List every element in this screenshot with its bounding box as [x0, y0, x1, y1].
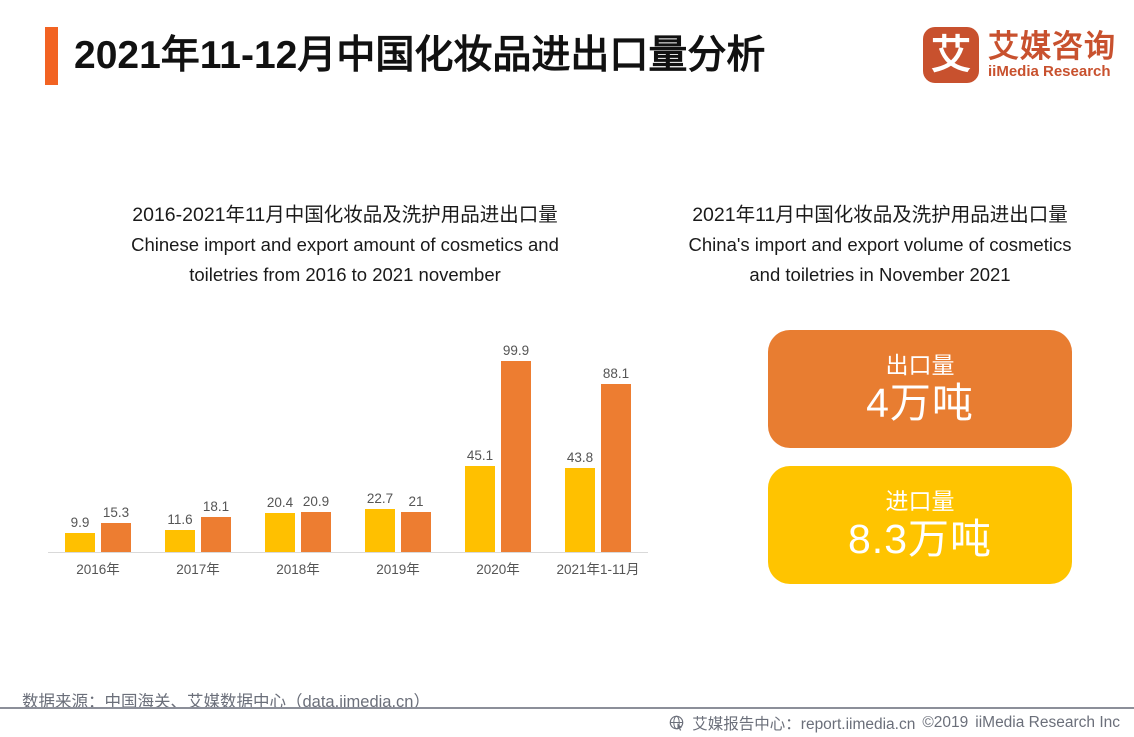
export-bar-wrap: 9.9	[65, 320, 95, 552]
export-bar-wrap: 45.1	[465, 320, 495, 552]
chart-group: 45.1 99.9	[448, 320, 548, 552]
export-card-value: 4万吨	[866, 380, 974, 426]
export-bar-wrap: 43.8	[565, 320, 595, 552]
import-bar	[101, 523, 131, 552]
export-card-label: 出口量	[885, 352, 955, 378]
right-panel-title-en-line1: China's import and export volume of cosm…	[688, 234, 1072, 255]
bar-value-label: 88.1	[602, 366, 630, 381]
import-bar-wrap: 15.3	[101, 320, 131, 552]
chart-group: 43.8 88.1	[548, 320, 648, 552]
right-panel-title-en-line2: and toiletries in November 2021	[749, 264, 1011, 285]
bar-value-label: 20.9	[302, 494, 330, 509]
import-card-value: 8.3万吨	[848, 516, 992, 562]
right-panel-title-cn: 2021年11月中国化妆品及洗护用品进出口量	[692, 204, 1068, 226]
logo-name-en: iiMedia Research	[988, 62, 1111, 80]
export-bar	[465, 466, 495, 552]
page-header: 2021年11-12月中国化妆品进出口量分析 艾 艾媒咨询 iiMedia Re…	[0, 0, 1134, 110]
footer-divider	[0, 707, 1134, 709]
chart-group: 9.9 15.3	[48, 320, 148, 552]
export-bar	[265, 513, 295, 552]
chart-group: 20.4 20.9	[248, 320, 348, 552]
bar-value-label: 45.1	[466, 448, 494, 463]
export-bar	[165, 530, 195, 552]
left-panel-title-cn: 2016-2021年11月中国化妆品及洗护用品进出口量	[132, 204, 558, 226]
chart-group: 11.6 18.1	[148, 320, 248, 552]
footer-meta: 艾媒报告中心：report.iimedia.cn ©2019 iiMedia R…	[669, 712, 1120, 734]
bar-value-label: 9.9	[70, 515, 90, 530]
import-bar	[401, 512, 431, 552]
chart-x-axis-line	[48, 552, 648, 553]
export-bar-wrap: 20.4	[265, 320, 295, 552]
import-bar-wrap: 20.9	[301, 320, 331, 552]
x-axis-label: 2018年	[276, 562, 320, 577]
bar-value-label: 18.1	[202, 499, 230, 514]
x-axis-label: 2021年1-11月	[556, 562, 640, 577]
left-panel-title-en-line2: toiletries from 2016 to 2021 november	[189, 264, 501, 285]
import-bar	[501, 361, 531, 552]
import-bar-wrap: 99.9	[501, 320, 531, 552]
bar-value-label: 15.3	[102, 505, 130, 520]
x-axis-label: 2019年	[376, 562, 420, 577]
bar-value-label: 99.9	[502, 343, 530, 358]
export-bar	[365, 509, 395, 552]
export-volume-card: 出口量 4万吨	[768, 330, 1072, 448]
chart-group: 22.7 21	[348, 320, 448, 552]
logo-name-cn: 艾媒咨询	[988, 28, 1116, 64]
bar-value-label: 43.8	[566, 450, 594, 465]
bar-value-label: 21	[408, 494, 424, 509]
x-axis-label: 2017年	[176, 562, 220, 577]
import-bar	[201, 517, 231, 552]
company-text: iiMedia Research Inc	[975, 714, 1120, 731]
import-bar	[601, 384, 631, 552]
import-volume-card: 进口量 8.3万吨	[768, 466, 1072, 584]
left-chart-panel: 2016-2021年11月中国化妆品及洗护用品进出口量 Chinese impo…	[40, 200, 650, 600]
chart-x-axis-labels: 2016年 2017年 2018年 2019年 2020年 2021年1-11月	[48, 558, 648, 578]
title-accent-bar	[45, 27, 58, 85]
globe-icon	[669, 715, 685, 731]
import-export-bar-chart: 9.9 15.3 11.6 18.1 20.4 20.9 22.7 21 45.1 99.9 43.…	[48, 320, 648, 580]
summary-cards: 出口量 4万吨 进口量 8.3万吨	[768, 330, 1072, 584]
right-panel-title: 2021年11月中国化妆品及洗护用品进出口量 China's import an…	[660, 200, 1100, 290]
x-axis-label: 2016年	[76, 562, 120, 577]
report-center-text: 艾媒报告中心：report.iimedia.cn	[692, 716, 916, 733]
import-bar-wrap: 21	[401, 320, 431, 552]
page-title: 2021年11-12月中国化妆品进出口量分析	[74, 34, 766, 77]
export-bar	[565, 468, 595, 552]
x-axis-label: 2020年	[476, 562, 520, 577]
logo-mark-icon: 艾	[923, 27, 979, 83]
export-bar-wrap: 22.7	[365, 320, 395, 552]
bar-value-label: 22.7	[366, 491, 394, 506]
import-bar	[301, 512, 331, 552]
bar-value-label: 11.6	[167, 512, 193, 527]
left-panel-title-en-line1: Chinese import and export amount of cosm…	[131, 234, 559, 255]
copyright-text: ©2019	[922, 714, 969, 731]
iimedia-logo: 艾 艾媒咨询 iiMedia Research	[923, 24, 1116, 86]
bar-value-label: 20.4	[266, 495, 294, 510]
chart-plot-area: 9.9 15.3 11.6 18.1 20.4 20.9 22.7 21 45.1 99.9 43.…	[48, 320, 648, 552]
import-bar-wrap: 18.1	[201, 320, 231, 552]
export-bar-wrap: 11.6	[165, 320, 195, 552]
logo-text: 艾媒咨询 iiMedia Research	[988, 30, 1116, 81]
import-bar-wrap: 88.1	[601, 320, 631, 552]
export-bar	[65, 533, 95, 552]
import-card-label: 进口量	[885, 488, 955, 514]
right-summary-panel: 2021年11月中国化妆品及洗护用品进出口量 China's import an…	[660, 200, 1100, 600]
left-panel-title: 2016-2021年11月中国化妆品及洗护用品进出口量 Chinese impo…	[40, 200, 650, 290]
